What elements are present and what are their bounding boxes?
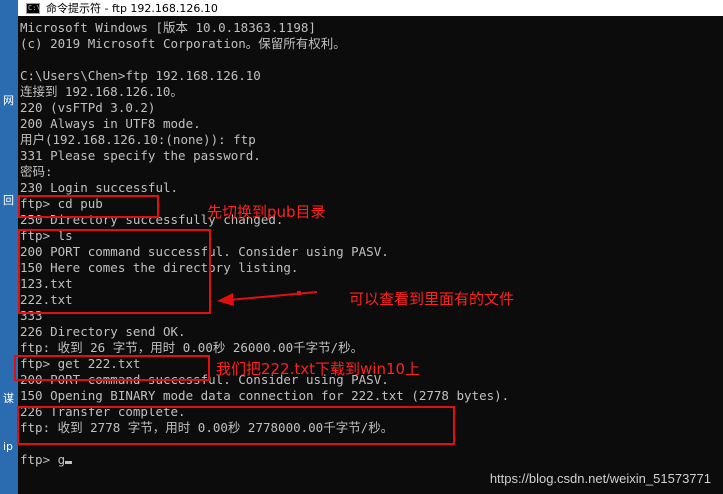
highlight-box-cd [18, 195, 159, 218]
console-line: ftp> g [20, 452, 720, 468]
console-line: 230 Login successful. [20, 180, 179, 195]
console-line: 密码: [20, 164, 53, 179]
window-title: 命令提示符 - ftp 192.168.126.10 [46, 2, 218, 15]
arrow-icon [217, 291, 318, 306]
text-cursor [65, 461, 73, 464]
console-line: (c) 2019 Microsoft Corporation。保留所有权利。 [20, 36, 346, 51]
console-line: ftp: 收到 26 字节，用时 0.00秒 26000.00千字节/秒。 [20, 340, 364, 355]
desktop-icon-label[interactable]: 网 [3, 92, 14, 108]
cmd-prompt-icon: C:\ [26, 2, 41, 14]
desktop-icon-label[interactable]: 回 [3, 192, 14, 208]
annotation-ls: 可以查看到里面有的文件 [349, 290, 515, 308]
console-line: 220 (vsFTPd 3.0.2) [20, 100, 156, 115]
console-line: 200 Always in UTF8 mode. [20, 116, 201, 131]
desktop-background: 网 回 谋 ip [0, 0, 18, 494]
highlight-box-transfer [17, 406, 455, 445]
desktop-icon-label[interactable]: 谋 [3, 390, 14, 406]
title-bar[interactable]: C:\ 命令提示符 - ftp 192.168.126.10 [18, 0, 723, 16]
console-line: 226 Directory send OK. [20, 324, 186, 339]
console-line: 用户(192.168.126.10:(none)): ftp [20, 132, 256, 147]
console-line: C:\Users\Chen>ftp 192.168.126.10 [20, 68, 261, 83]
desktop-icon-label[interactable]: ip [3, 440, 13, 453]
console-line: 331 Please specify the password. [20, 148, 261, 163]
highlight-box-get [14, 355, 210, 381]
annotation-cd-pub: 先切换到pub目录 [207, 203, 326, 221]
console-line: Microsoft Windows [版本 10.0.18363.1198] [20, 20, 316, 35]
highlight-box-ls [18, 229, 211, 314]
console-line: 150 Opening BINARY mode data connection … [20, 388, 510, 403]
annotation-get: 我们把222.txt下载到win10上 [216, 360, 421, 378]
console-line: 连接到 192.168.126.10。 [20, 84, 183, 99]
watermark: https://blog.csdn.net/weixin_51573771 [489, 471, 711, 486]
